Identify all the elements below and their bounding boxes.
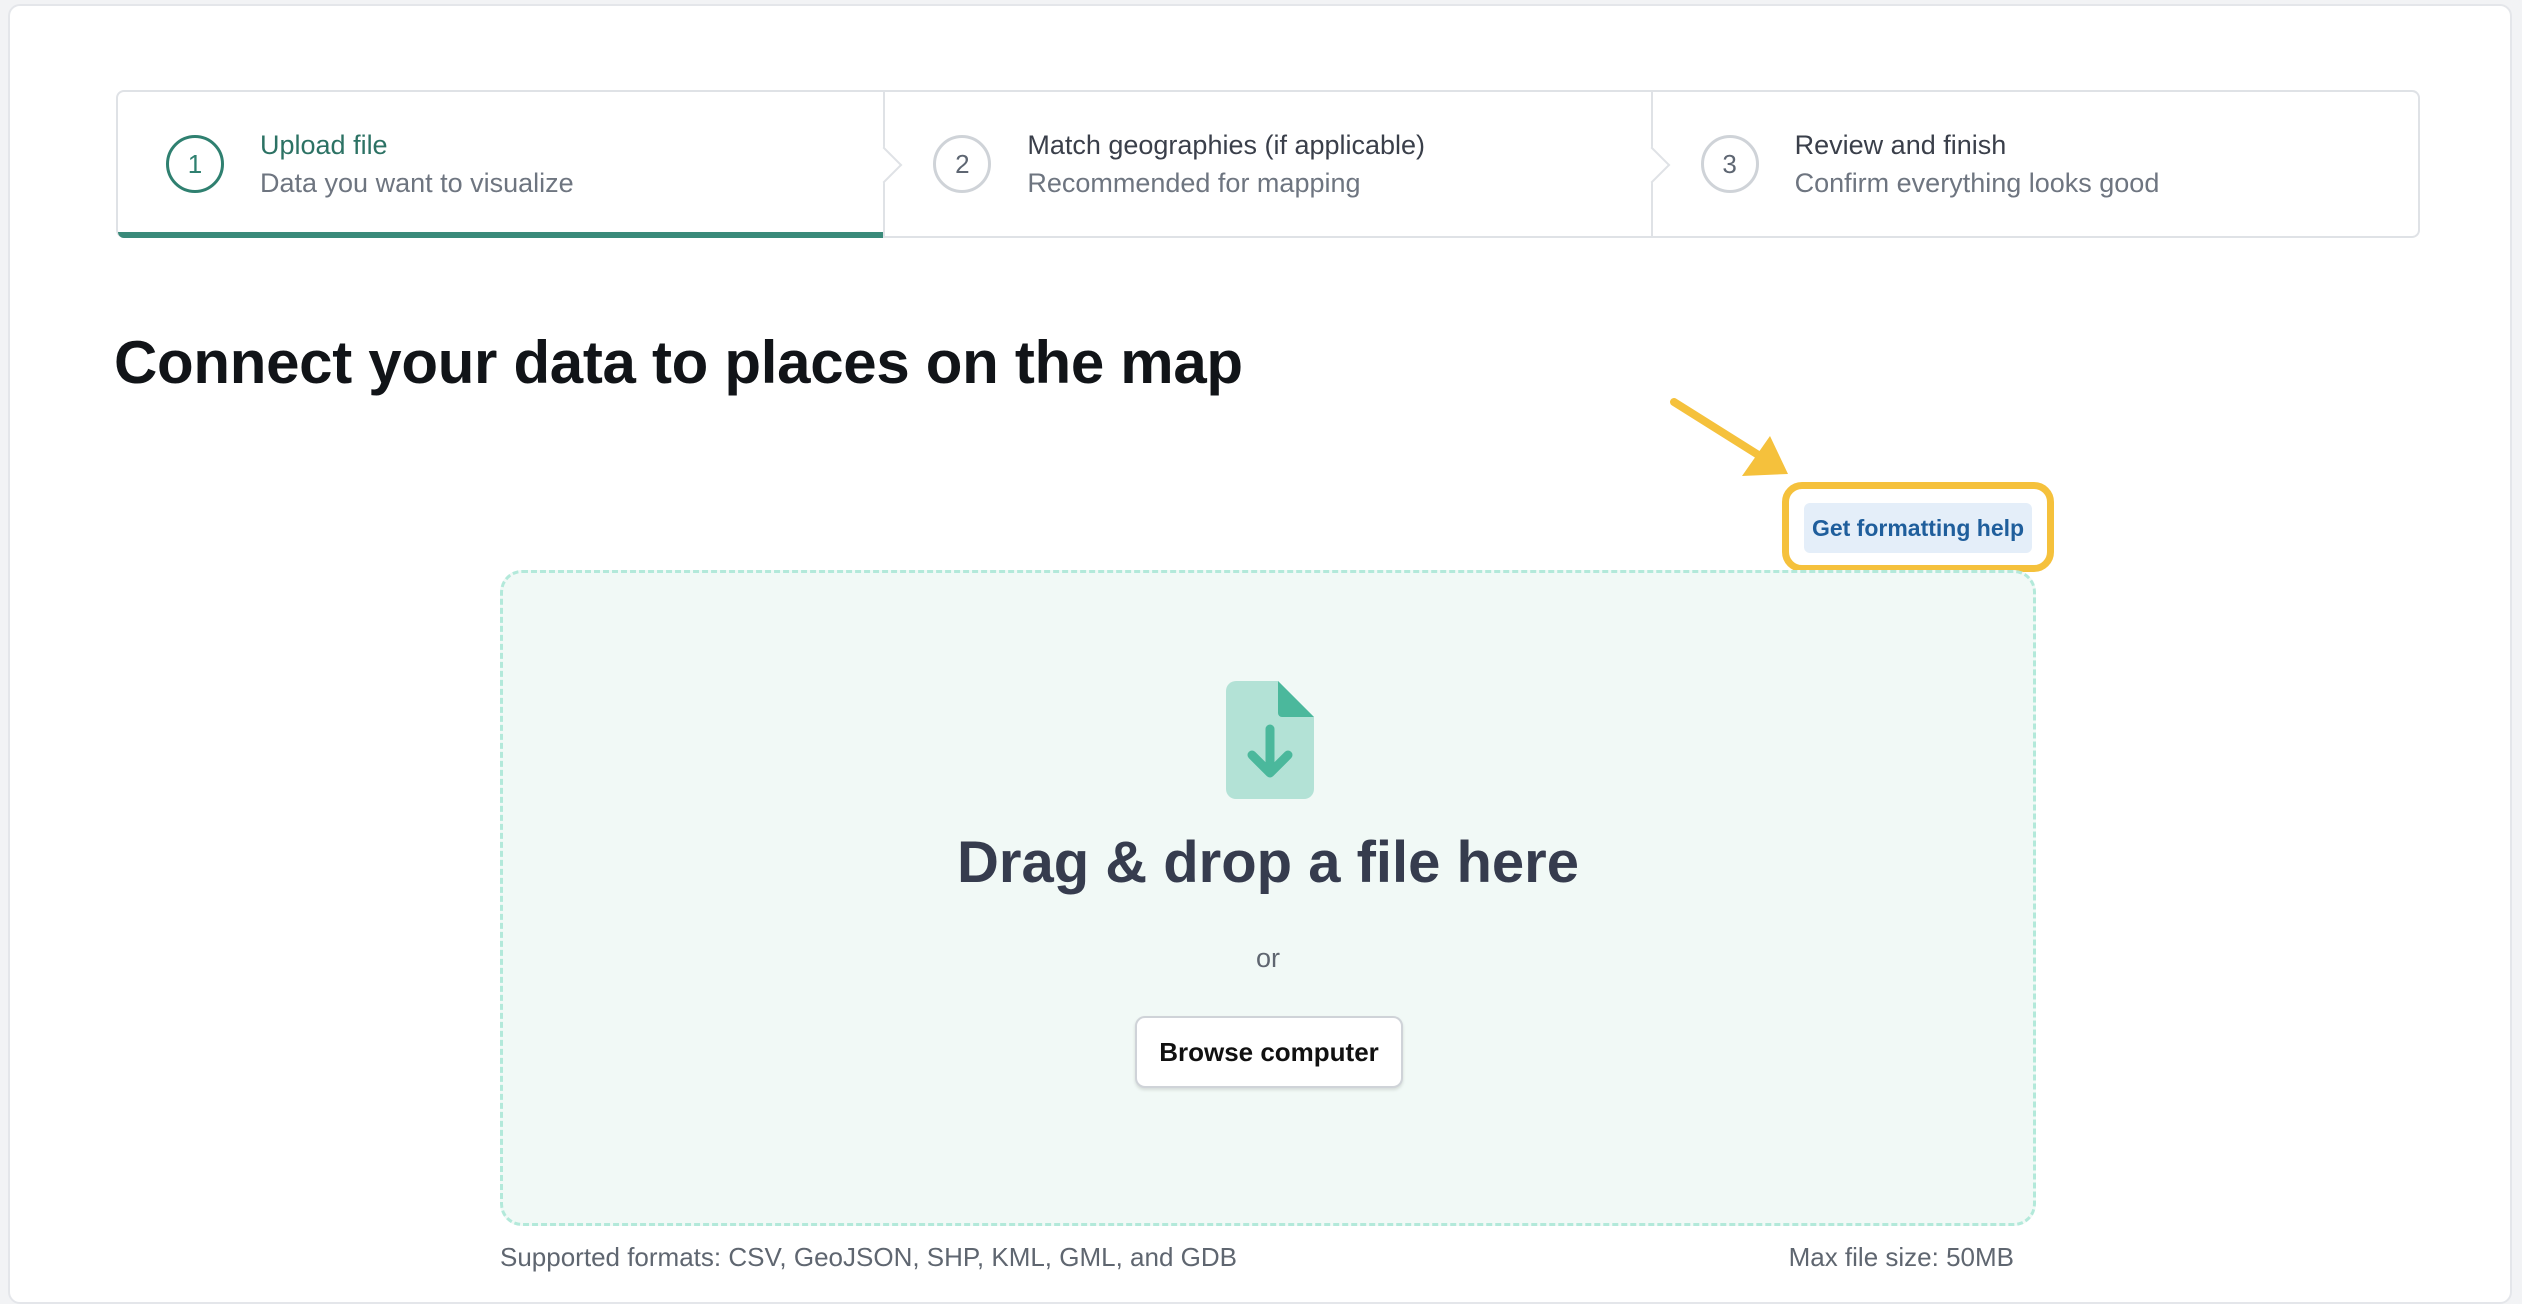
browse-computer-button[interactable]: Browse computer [1135, 1016, 1403, 1088]
step-upload-file[interactable]: 1 Upload file Data you want to visualize [118, 92, 903, 238]
get-formatting-help-button[interactable]: Get formatting help [1804, 503, 2032, 553]
step-match-geographies[interactable]: 2 Match geographies (if applicable) Reco… [883, 92, 1671, 236]
step-subtitle: Data you want to visualize [260, 168, 574, 198]
upload-page: 1 Upload file Data you want to visualize… [8, 4, 2512, 1304]
step-title: Review and finish [1794, 130, 2007, 160]
stepper: 1 Upload file Data you want to visualize… [116, 90, 2420, 238]
supported-formats-text: Supported formats: CSV, GeoJSON, SHP, KM… [500, 1242, 1237, 1272]
dropzone-or-text: or [1255, 943, 1280, 973]
step-title: Match geographies (if applicable) [1027, 130, 1426, 160]
file-dropzone[interactable]: Drag & drop a file here or Browse comput… [500, 570, 2036, 1226]
step-number-1: 1 [166, 135, 224, 193]
step-number-2: 2 [933, 135, 992, 193]
step-title: Upload file [260, 130, 388, 160]
max-file-size-text: Max file size: 50MB [1788, 1242, 2014, 1272]
page-title: Connect your data to places on the map [114, 329, 1243, 396]
file-download-icon [1226, 681, 1314, 799]
annotation-arrow-icon [1670, 398, 1788, 476]
step-subtitle: Recommended for mapping [1027, 168, 1361, 198]
dropzone-title: Drag & drop a file here [956, 830, 1580, 895]
step-number-3: 3 [1700, 135, 1759, 193]
step-review-finish[interactable]: 3 Review and finish Confirm everything l… [1650, 92, 2418, 236]
step-subtitle: Confirm everything looks good [1794, 168, 2160, 198]
